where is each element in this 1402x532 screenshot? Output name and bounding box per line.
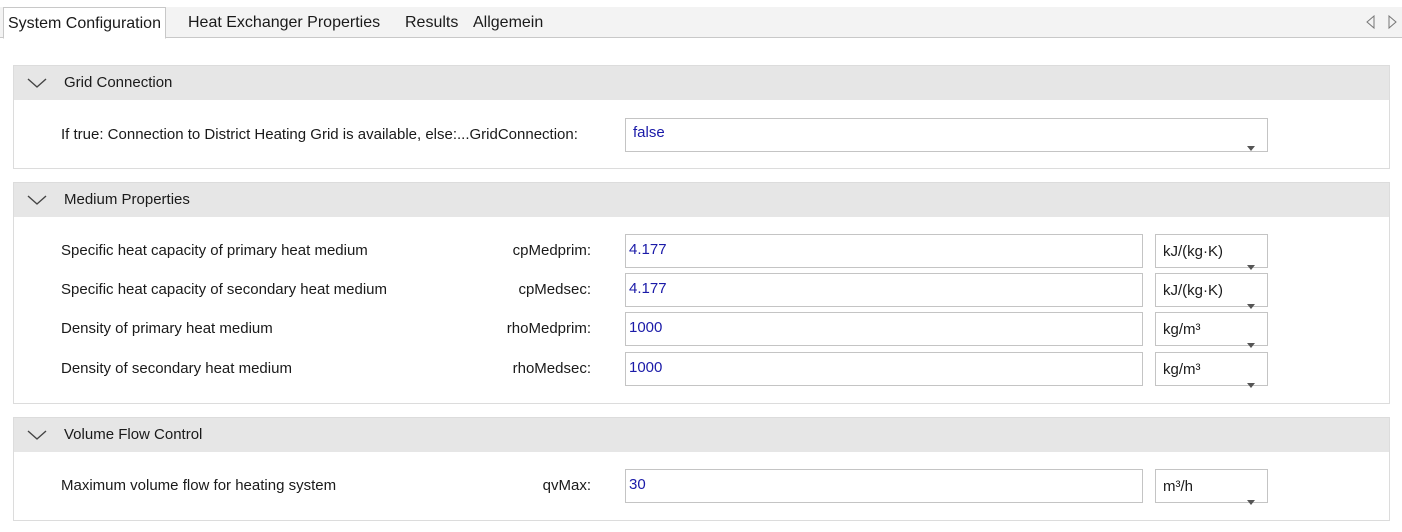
cpmedsec-input[interactable]: 4.177 xyxy=(625,273,1143,307)
unit-value: kg/m³ xyxy=(1163,361,1201,378)
caret-down-icon xyxy=(1247,249,1255,270)
tab-heat-exchanger-properties[interactable]: Heat Exchanger Properties xyxy=(188,7,380,38)
rhomedsec-input[interactable]: 1000 xyxy=(625,352,1143,386)
caret-down-icon xyxy=(1247,327,1255,348)
select-value: false xyxy=(633,124,665,141)
unit-select[interactable]: kg/m³ xyxy=(1155,312,1268,348)
parameter-name: rhoMedprim: xyxy=(506,320,591,337)
caret-down-icon xyxy=(1247,133,1255,151)
qvmax-input[interactable]: 30 xyxy=(625,469,1143,503)
parameter-row: If true: Connection to District Heating … xyxy=(14,118,1389,152)
parameter-row: Specific heat capacity of primary heat m… xyxy=(14,234,1389,270)
section-grid-connection: Grid Connection If true: Connection to D… xyxy=(13,65,1390,169)
unit-select[interactable]: kg/m³ xyxy=(1155,352,1268,388)
unit-value: kg/m³ xyxy=(1163,321,1201,338)
parameter-description: Maximum volume flow for heating system xyxy=(61,477,337,494)
section-volume-flow-control: Volume Flow Control Maximum volume flow … xyxy=(13,417,1390,521)
triangle-left-icon[interactable] xyxy=(1364,14,1378,30)
chevron-down-icon[interactable] xyxy=(26,75,48,91)
section-medium-properties: Medium Properties Specific heat capacity… xyxy=(13,182,1390,404)
cpmedprim-input[interactable]: 4.177 xyxy=(625,234,1143,268)
section-header[interactable]: Medium Properties xyxy=(14,183,1389,217)
parameter-name: cpMedsec: xyxy=(518,281,591,298)
parameter-name: qvMax: xyxy=(542,477,591,494)
tab-results[interactable]: Results xyxy=(405,7,458,38)
tab-bar: System Configuration Heat Exchanger Prop… xyxy=(0,7,1402,39)
caret-down-icon xyxy=(1247,484,1255,505)
chevron-down-icon[interactable] xyxy=(26,192,48,208)
parameter-name: cpMedprim: xyxy=(512,242,591,259)
section-title: Volume Flow Control xyxy=(64,426,203,443)
parameter-description: Density of primary heat medium xyxy=(61,320,273,337)
parameter-row: Specific heat capacity of secondary heat… xyxy=(14,273,1389,309)
section-title: Grid Connection xyxy=(64,74,173,91)
parameter-description: Specific heat capacity of secondary heat… xyxy=(61,281,388,298)
parameter-name: rhoMedsec: xyxy=(512,360,591,377)
tab-allgemein[interactable]: Allgemein xyxy=(473,7,543,38)
parameter-row: Density of primary heat medium rhoMedpri… xyxy=(14,312,1389,348)
unit-select[interactable]: kJ/(kg·K) xyxy=(1155,234,1268,270)
caret-down-icon xyxy=(1247,288,1255,309)
triangle-right-icon[interactable] xyxy=(1385,14,1399,30)
section-header[interactable]: Grid Connection xyxy=(14,66,1389,100)
parameter-description: Specific heat capacity of primary heat m… xyxy=(61,242,368,259)
unit-value: kJ/(kg·K) xyxy=(1163,243,1223,260)
section-title: Medium Properties xyxy=(64,191,190,208)
rhomedprim-input[interactable]: 1000 xyxy=(625,312,1143,346)
caret-down-icon xyxy=(1247,367,1255,388)
unit-select[interactable]: kJ/(kg·K) xyxy=(1155,273,1268,309)
unit-select[interactable]: m³/h xyxy=(1155,469,1268,505)
unit-value: m³/h xyxy=(1163,478,1193,495)
parameter-description: Density of secondary heat medium xyxy=(61,360,292,377)
parameter-description: If true: Connection to District Heating … xyxy=(61,126,578,143)
section-header[interactable]: Volume Flow Control xyxy=(14,418,1389,452)
tab-system-configuration[interactable]: System Configuration xyxy=(3,7,166,39)
parameter-row: Maximum volume flow for heating system q… xyxy=(14,469,1389,505)
grid-connection-select[interactable]: false xyxy=(625,118,1268,152)
parameter-row: Density of secondary heat medium rhoMeds… xyxy=(14,352,1389,388)
unit-value: kJ/(kg·K) xyxy=(1163,282,1223,299)
chevron-down-icon[interactable] xyxy=(26,427,48,443)
